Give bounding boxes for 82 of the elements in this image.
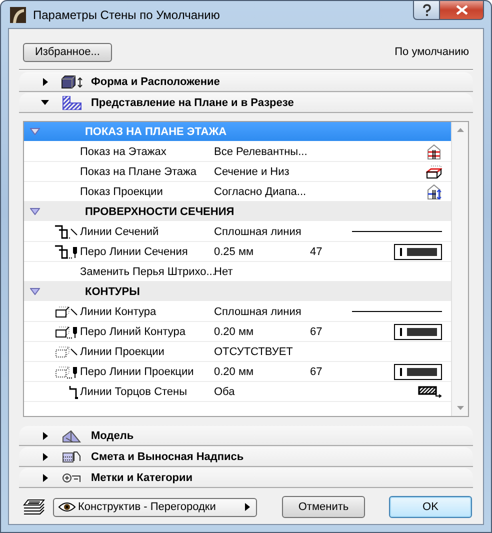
panel-header[interactable]: Модель <box>19 426 473 446</box>
setting-row[interactable]: Линии Торцов Стены Оба <box>24 382 451 402</box>
setting-value: Все Релевантны... <box>214 146 308 158</box>
wall-corner-icon <box>54 244 78 258</box>
setting-label: Перо Линии Проекции <box>80 366 195 378</box>
wall-end-icon <box>69 384 78 398</box>
layer-dropdown[interactable]: Конструктив - Перегородки <box>53 498 257 516</box>
pen-number: 67 <box>310 326 322 338</box>
setting-value: ОТСУТСТВУЕТ <box>214 346 294 358</box>
box-outline-icon <box>54 304 78 318</box>
group-row[interactable]: КОНТУРЫ <box>24 282 451 302</box>
model-icon <box>61 428 83 442</box>
setting-row[interactable]: Линии Проекции ОТСУТСТВУЕТ <box>24 342 451 362</box>
setting-label: Показ на Плане Этажа <box>80 166 198 178</box>
setting-row[interactable]: Перо Линии Сечения 0.25 мм 47 <box>24 242 451 262</box>
window-title: Параметры Стены по Умолчанию <box>33 8 220 22</box>
help-button[interactable] <box>413 1 440 20</box>
expand-arrow-icon[interactable] <box>41 78 49 86</box>
setting-label: Показ Проекции <box>80 186 164 198</box>
setting-label: Линии Проекции <box>80 346 166 358</box>
panel-header[interactable]: Смета и Выносная Надпись <box>19 447 473 467</box>
setting-label: Перо Линии Сечения <box>80 246 189 258</box>
setting-row[interactable]: Линии Сечений Сплошная линия <box>24 222 451 242</box>
building-range-icon <box>426 184 442 200</box>
expand-arrow-icon[interactable] <box>41 474 49 482</box>
setting-row[interactable]: Показ на Этажах Все Релевантны... <box>24 142 451 162</box>
setting-value: 0.20 мм <box>214 326 255 338</box>
setting-value: Сечение и Низ <box>214 166 290 178</box>
panel-header[interactable]: Метки и Категории <box>19 468 473 488</box>
setting-value: Оба <box>214 386 236 398</box>
scroll-up-icon[interactable] <box>456 128 464 132</box>
setting-value: 0.25 мм <box>214 246 255 258</box>
pen-number: 47 <box>310 246 322 258</box>
close-icon <box>456 5 468 15</box>
scroll-down-icon[interactable] <box>456 406 464 410</box>
default-label: По умолчанию <box>394 46 469 58</box>
setting-value: Нет <box>214 266 234 278</box>
expand-arrow-icon[interactable] <box>41 452 49 460</box>
expand-arrow-icon[interactable] <box>41 432 49 440</box>
setting-value: Согласно Диапа... <box>214 186 308 198</box>
setting-row[interactable]: Показ на Плане Этажа Сечение и Низ <box>24 162 451 182</box>
pen-weight-preview <box>394 364 442 380</box>
submenu-arrow-icon <box>245 503 250 511</box>
eye-icon <box>58 502 76 512</box>
group-row[interactable]: ПРОВЕРХНОСТИ СЕЧЕНИЯ <box>24 202 451 222</box>
tag-icon <box>61 472 83 484</box>
expand-arrow-icon[interactable] <box>41 98 49 106</box>
cancel-button[interactable]: Отменить <box>282 496 365 518</box>
pen-weight-preview <box>394 324 442 340</box>
question-mark-icon <box>422 4 432 16</box>
hatched-section-icon <box>61 96 83 110</box>
setting-label: Линии Сечений <box>80 226 160 238</box>
pen-number: 67 <box>310 366 322 378</box>
ok-button[interactable]: OK <box>389 496 472 518</box>
app-icon <box>10 6 26 22</box>
box-outline-icon <box>54 344 78 358</box>
wall-corner-icon <box>54 224 78 238</box>
panel-header[interactable]: Форма и Расположение <box>19 72 473 92</box>
close-button[interactable] <box>440 1 484 20</box>
setting-label: Линии Торцов Стены <box>80 386 188 398</box>
box-outline-icon <box>54 324 78 338</box>
setting-row[interactable]: Перо Линии Проекции 0.20 мм 67 <box>24 362 451 382</box>
building-stories-icon <box>426 144 442 160</box>
setting-value: Сплошная линия <box>214 226 302 238</box>
cut-box-icon <box>426 164 442 178</box>
setting-row[interactable]: Перо Линий Контура 0.20 мм 67 <box>24 322 451 342</box>
setting-label: Показ на Этажах <box>80 146 168 158</box>
listing-icon <box>61 450 83 462</box>
hatched-wall-end-icon <box>418 386 442 398</box>
pen-weight-preview <box>394 244 442 260</box>
cube-icon <box>61 74 83 88</box>
setting-value: Сплошная линия <box>214 306 302 318</box>
setting-label: Перо Линий Контура <box>80 326 186 338</box>
panel-header[interactable]: Представление на Плане и в Разрезе <box>19 93 473 113</box>
setting-value: 0.20 мм <box>214 366 255 378</box>
layers-icon <box>23 499 45 515</box>
setting-label: Заменить Перья Штрихо... <box>80 266 214 278</box>
setting-row[interactable]: Линии Контура Сплошная линия <box>24 302 451 322</box>
setting-label: Линии Контура <box>80 306 158 318</box>
scrollbar[interactable] <box>451 122 468 416</box>
favorites-button[interactable]: Избранное... <box>23 42 112 62</box>
box-outline-icon <box>54 364 78 378</box>
